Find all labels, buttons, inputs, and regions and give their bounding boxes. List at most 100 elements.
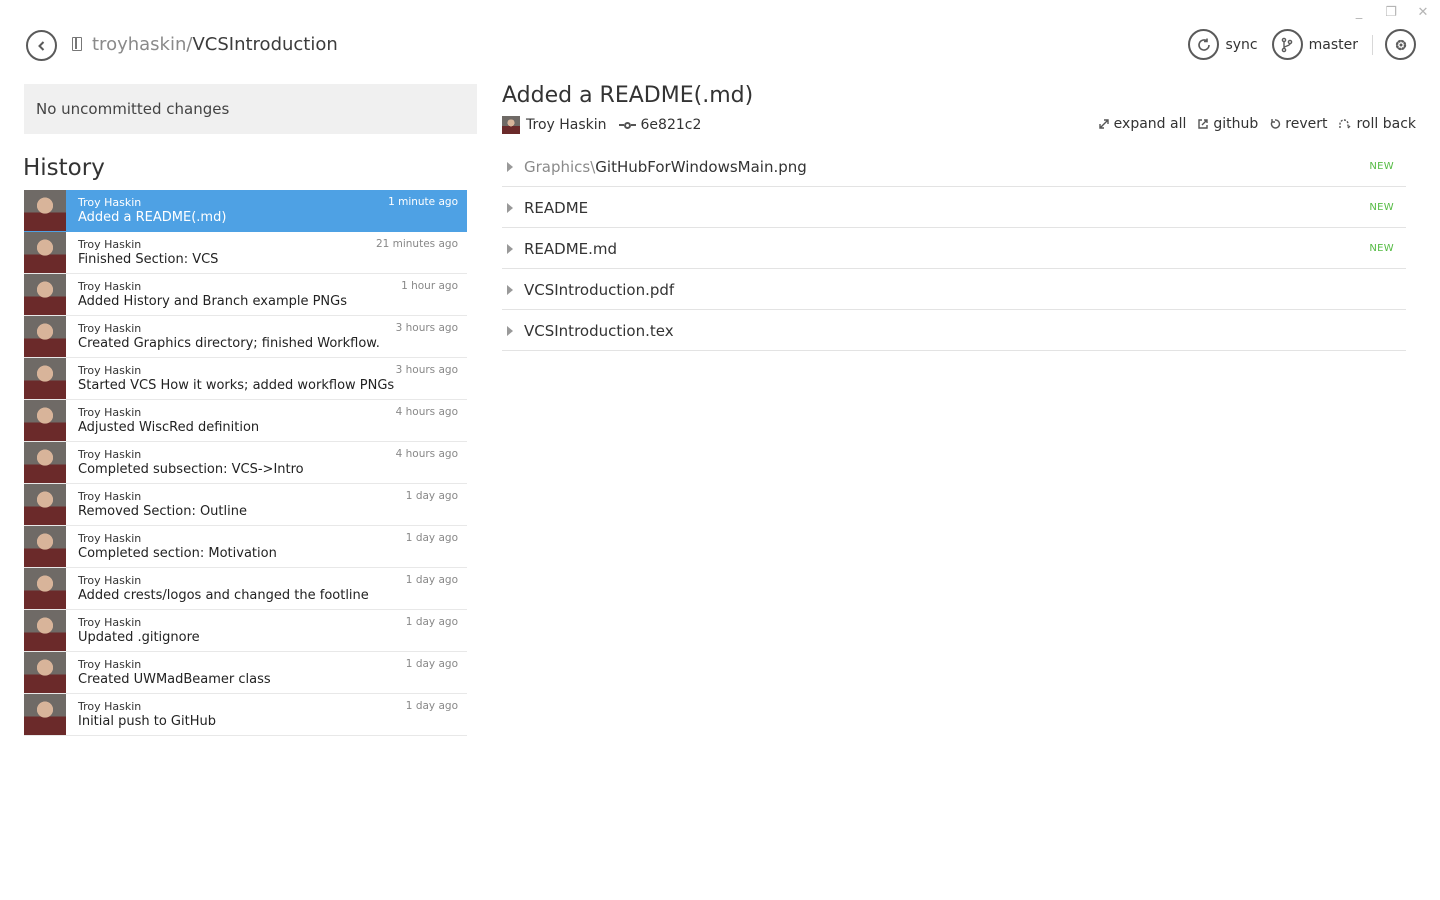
commit-message: Created UWMadBeamer class bbox=[78, 672, 271, 687]
avatar bbox=[24, 610, 66, 651]
commit-message: Removed Section: Outline bbox=[78, 504, 247, 519]
file-name: VCSIntroduction.tex bbox=[524, 322, 674, 340]
minimize-button[interactable]: _ bbox=[1350, 4, 1368, 22]
branch-selector[interactable]: master bbox=[1271, 29, 1358, 60]
revert-icon bbox=[1271, 119, 1281, 129]
commit-time: 1 minute ago bbox=[388, 196, 458, 208]
commit-message: Finished Section: VCS bbox=[78, 252, 219, 267]
commit-time: 1 day ago bbox=[405, 490, 458, 502]
commit-author: Troy Haskin bbox=[78, 238, 142, 251]
commit-row[interactable]: Troy Haskin Started VCS How it works; ad… bbox=[24, 358, 467, 400]
caret-right-icon bbox=[507, 244, 513, 254]
commit-row[interactable]: Troy Haskin Adjusted WiscRed definition … bbox=[24, 400, 467, 442]
sync-button[interactable]: sync bbox=[1188, 29, 1258, 60]
avatar bbox=[24, 652, 66, 693]
commit-author: Troy Haskin bbox=[78, 532, 142, 545]
commit-actions: expand all github revert roll back bbox=[1087, 116, 1416, 132]
commit-time: 1 day ago bbox=[405, 574, 458, 586]
commit-author: Troy Haskin bbox=[78, 280, 142, 293]
file-basename: GitHubForWindowsMain.png bbox=[595, 158, 807, 176]
commit-time: 4 hours ago bbox=[395, 448, 458, 460]
commit-row[interactable]: Troy Haskin Created Graphics directory; … bbox=[24, 316, 467, 358]
commit-row[interactable]: Troy Haskin Completed section: Motivatio… bbox=[24, 526, 467, 568]
roll-back-button[interactable]: roll back bbox=[1338, 116, 1416, 132]
expand-icon bbox=[1098, 119, 1109, 129]
avatar bbox=[24, 442, 66, 483]
file-name: README.md bbox=[524, 240, 617, 258]
avatar bbox=[24, 568, 66, 609]
close-button[interactable]: ✕ bbox=[1414, 4, 1432, 22]
commit-message: Adjusted WiscRed definition bbox=[78, 420, 260, 435]
commit-row[interactable]: Troy Haskin Completed subsection: VCS->I… bbox=[24, 442, 467, 484]
avatar bbox=[24, 274, 66, 315]
expand-all-label: expand all bbox=[1113, 116, 1187, 132]
avatar bbox=[24, 484, 66, 525]
commit-row[interactable]: Troy Haskin Created UWMadBeamer class 1 … bbox=[24, 652, 467, 694]
file-row[interactable]: VCSIntroduction.tex bbox=[502, 310, 1406, 351]
commit-author: Troy Haskin bbox=[78, 700, 142, 713]
commit-row[interactable]: Troy Haskin Added crests/logos and chang… bbox=[24, 568, 467, 610]
repo-owner-link[interactable]: troyhaskin bbox=[92, 34, 186, 55]
history-list: Troy Haskin Added a README(.md) 1 minute… bbox=[24, 190, 467, 736]
back-button[interactable] bbox=[26, 30, 57, 61]
divider bbox=[1372, 34, 1373, 55]
expand-all-button[interactable]: expand all bbox=[1098, 116, 1187, 132]
commit-row[interactable]: Troy Haskin Added a README(.md) 1 minute… bbox=[24, 190, 467, 232]
file-name: Graphics\GitHubForWindowsMain.png bbox=[524, 158, 807, 176]
caret-right-icon bbox=[507, 285, 513, 295]
uncommitted-changes-panel[interactable]: No uncommitted changes bbox=[24, 84, 477, 134]
commit-row[interactable]: Troy Haskin Removed Section: Outline 1 d… bbox=[24, 484, 467, 526]
commit-message: Started VCS How it works; added workflow… bbox=[78, 378, 395, 393]
commit-sha[interactable]: 6e821c2 bbox=[641, 117, 702, 133]
revert-label: revert bbox=[1285, 116, 1328, 132]
github-label: github bbox=[1213, 116, 1259, 132]
commit-time: 1 day ago bbox=[405, 616, 458, 628]
commit-row[interactable]: Troy Haskin Added History and Branch exa… bbox=[24, 274, 467, 316]
avatar bbox=[24, 232, 66, 273]
chevron-left-icon bbox=[37, 40, 44, 51]
commit-time: 4 hours ago bbox=[395, 406, 458, 418]
restore-button[interactable]: ❐ bbox=[1382, 4, 1400, 22]
file-row[interactable]: README.md NEW bbox=[502, 228, 1406, 269]
commit-author: Troy Haskin bbox=[78, 448, 142, 461]
commit-time: 1 day ago bbox=[405, 658, 458, 670]
external-link-icon bbox=[1198, 119, 1209, 129]
repo-name: VCSIntroduction bbox=[192, 34, 338, 55]
commit-author: Troy Haskin bbox=[78, 406, 142, 419]
commit-time: 3 hours ago bbox=[395, 364, 458, 376]
commit-author: Troy Haskin bbox=[78, 364, 142, 377]
commit-author: Troy Haskin bbox=[78, 616, 142, 629]
commit-row[interactable]: Troy Haskin Finished Section: VCS 21 min… bbox=[24, 232, 467, 274]
caret-right-icon bbox=[507, 326, 513, 336]
github-button[interactable]: github bbox=[1197, 116, 1258, 132]
commit-time: 21 minutes ago bbox=[375, 238, 458, 250]
top-actions: sync master bbox=[1188, 29, 1416, 60]
window-controls: _ ❐ ✕ bbox=[1350, 4, 1432, 22]
file-name: README bbox=[524, 199, 588, 217]
uncommitted-label: No uncommitted changes bbox=[36, 100, 230, 118]
file-row[interactable]: Graphics\GitHubForWindowsMain.png NEW bbox=[502, 146, 1406, 187]
new-badge: NEW bbox=[1369, 161, 1394, 172]
commit-title: Added a README(.md) bbox=[502, 83, 754, 108]
commit-author: Troy Haskin bbox=[78, 658, 142, 671]
revert-button[interactable]: revert bbox=[1269, 116, 1327, 132]
settings-button[interactable] bbox=[1385, 29, 1416, 60]
commit-message: Added crests/logos and changed the footl… bbox=[78, 588, 369, 603]
commit-row[interactable]: Troy Haskin Initial push to GitHub 1 day… bbox=[24, 694, 467, 736]
commit-time: 3 hours ago bbox=[395, 322, 458, 334]
gear-icon bbox=[1395, 39, 1406, 50]
commit-message: Initial push to GitHub bbox=[78, 714, 216, 729]
file-row[interactable]: README NEW bbox=[502, 187, 1406, 228]
commit-message: Completed subsection: VCS->Intro bbox=[78, 462, 304, 477]
avatar bbox=[24, 694, 66, 735]
new-badge: NEW bbox=[1369, 202, 1394, 213]
commit-row[interactable]: Troy Haskin Updated .gitignore 1 day ago bbox=[24, 610, 467, 652]
avatar bbox=[502, 116, 520, 134]
avatar bbox=[24, 190, 66, 231]
history-heading: History bbox=[23, 155, 105, 181]
app-window: _ ❐ ✕ troyhaskin/VCSIntroduction sync ma… bbox=[0, 0, 1440, 900]
commit-author: Troy Haskin bbox=[78, 490, 142, 503]
file-row[interactable]: VCSIntroduction.pdf bbox=[502, 269, 1406, 310]
branch-label: master bbox=[1308, 36, 1358, 53]
avatar bbox=[24, 358, 66, 399]
